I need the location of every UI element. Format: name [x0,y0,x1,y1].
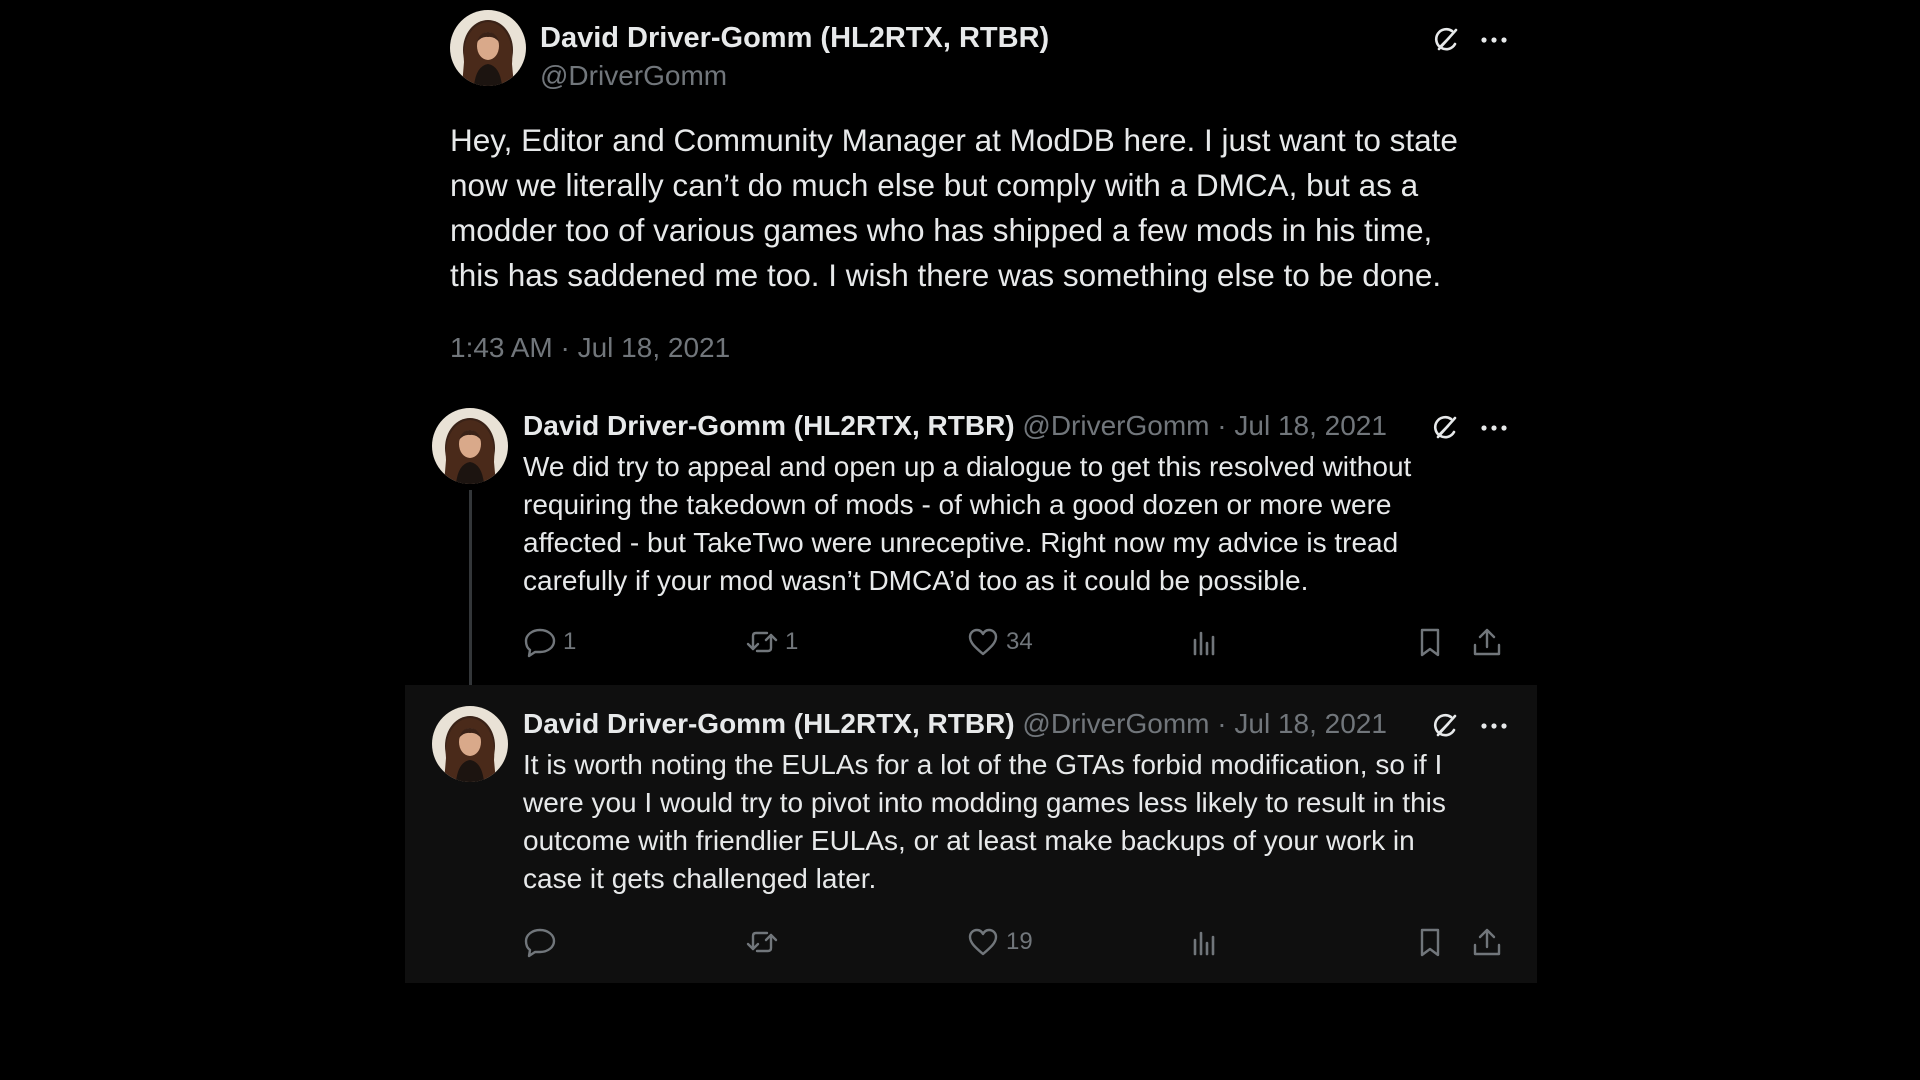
share-button[interactable] [1470,922,1504,962]
author-name[interactable]: David Driver-Gomm (HL2RTX, RTBR) [540,22,1049,55]
heart-icon [966,625,1000,659]
action-bar: 19 [523,922,1523,962]
tweet-text: Hey, Editor and Community Manager at Mod… [450,122,1458,293]
share-icon [1470,625,1504,659]
grok-icon[interactable] [1429,710,1461,742]
reply-header: David Driver-Gomm (HL2RTX, RTBR) @Driver… [523,410,1387,442]
author-name[interactable]: David Driver-Gomm (HL2RTX, RTBR) [523,410,1015,441]
avatar[interactable] [450,10,526,86]
bookmark-icon [1413,625,1447,659]
author-name[interactable]: David Driver-Gomm (HL2RTX, RTBR) [523,708,1015,739]
more-icon[interactable] [1478,710,1510,742]
share-button[interactable] [1470,622,1504,662]
repost-button[interactable] [745,922,785,962]
reply-count: 1 [563,628,577,655]
views-button[interactable] [1188,622,1222,662]
avatar-image [432,706,508,782]
reply-tweet[interactable]: David Driver-Gomm (HL2RTX, RTBR) @Driver… [405,400,1537,690]
avatar-image [432,408,508,484]
action-bar: 1 1 34 [523,622,1523,662]
share-icon [1470,925,1504,959]
more-icon[interactable] [1478,412,1510,444]
avatar[interactable] [432,706,508,782]
views-button[interactable] [1188,922,1222,962]
avatar[interactable] [432,408,508,484]
reply-button[interactable] [523,922,563,962]
avatar-image [450,10,526,86]
tweet-text: We did try to appeal and open up a dialo… [523,451,1412,596]
thread-connector-line [469,490,472,690]
bookmark-button[interactable] [1413,922,1447,962]
like-button[interactable]: 19 [966,922,1033,962]
repost-button[interactable]: 1 [745,622,798,662]
tweet-text: It is worth noting the EULAs for a lot o… [523,749,1446,894]
reply-button[interactable]: 1 [523,622,576,662]
views-icon [1188,925,1222,959]
views-icon [1188,625,1222,659]
grok-icon[interactable] [1429,412,1461,444]
bookmark-icon [1413,925,1447,959]
reply-header: David Driver-Gomm (HL2RTX, RTBR) @Driver… [523,708,1387,740]
like-count: 19 [1006,928,1033,955]
author-handle-date[interactable]: @DriverGomm · Jul 18, 2021 [1022,708,1387,739]
repost-icon [745,925,779,959]
tweet-timestamp[interactable]: 1:43 AM · Jul 18, 2021 [450,332,730,364]
heart-icon [966,925,1000,959]
author-handle[interactable]: @DriverGomm [540,60,727,92]
reply-tweet[interactable]: David Driver-Gomm (HL2RTX, RTBR) @Driver… [405,685,1537,983]
reply-icon [523,925,557,959]
grok-icon[interactable] [1430,24,1462,56]
repost-icon [745,625,779,659]
repost-count: 1 [785,628,799,655]
like-button[interactable]: 34 [966,622,1033,662]
bookmark-button[interactable] [1413,622,1447,662]
like-count: 34 [1006,628,1033,655]
tweet-thread-view: David Driver-Gomm (HL2RTX, RTBR) @Driver… [0,0,1920,1080]
more-icon[interactable] [1478,24,1510,56]
author-handle-date[interactable]: @DriverGomm · Jul 18, 2021 [1022,410,1387,441]
reply-icon [523,625,557,659]
